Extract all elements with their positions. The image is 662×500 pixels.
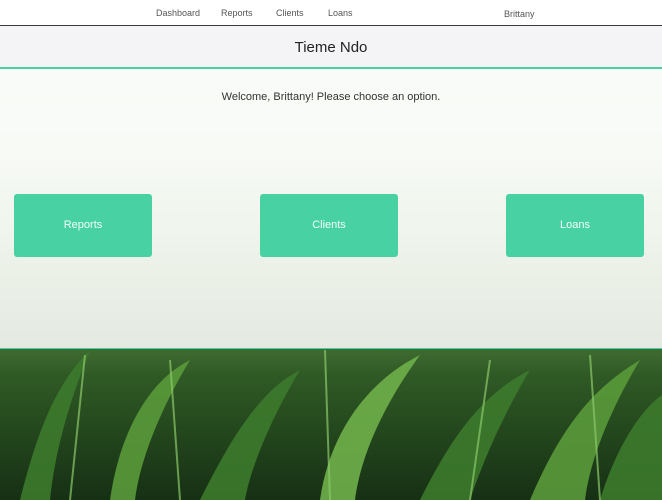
nav-link-dashboard[interactable]: Dashboard (156, 8, 200, 18)
brand-title: Tieme Ndo (294, 39, 368, 56)
welcome-message: Welcome, Brittany! Please choose an opti… (221, 91, 441, 103)
nav-link-clients[interactable]: Clients (276, 8, 304, 18)
user-name[interactable]: Brittany (504, 9, 535, 19)
clients-tile-button[interactable]: Clients (260, 194, 398, 257)
main-panel: Welcome, Brittany! Please choose an opti… (0, 69, 662, 349)
nav-link-reports[interactable]: Reports (221, 8, 253, 18)
top-navigation-bar: Dashboard Reports Clients Loans Brittany (0, 0, 662, 26)
brand-header: Tieme Ndo (0, 26, 662, 69)
nav-link-loans[interactable]: Loans (328, 8, 353, 18)
loans-tile-button[interactable]: Loans (506, 194, 644, 257)
reports-tile-button[interactable]: Reports (14, 194, 152, 257)
